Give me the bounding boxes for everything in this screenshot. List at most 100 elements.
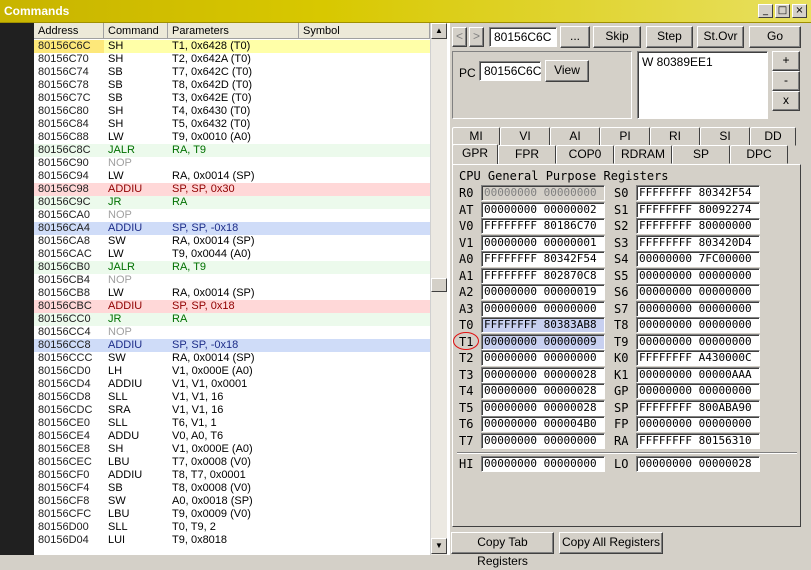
table-row[interactable]: 80156C7C SB T3, 0x642E (T0) <box>34 92 430 105</box>
column-header-address[interactable]: Address <box>34 23 104 39</box>
register-value-field[interactable]: 00000000 00000009 <box>481 333 605 350</box>
scroll-down-arrow-icon[interactable]: ▼ <box>431 538 447 554</box>
register-value-field[interactable]: 00000000 00000000 <box>636 317 760 333</box>
table-row[interactable]: 80156CE0 SLL T6, V1, 1 <box>34 417 430 430</box>
table-row[interactable]: 80156CA4 ADDIU SP, SP, -0x18 <box>34 222 430 235</box>
tab-rdram[interactable]: RDRAM <box>614 145 672 164</box>
copy-all-registers-button[interactable]: Copy All Registers <box>559 532 663 554</box>
back-button[interactable]: < <box>452 27 467 47</box>
table-row[interactable]: 80156CFC LBU T9, 0x0009 (V0) <box>34 508 430 521</box>
tab-fpr[interactable]: FPR <box>498 145 556 164</box>
register-value-field[interactable]: 00000000 00000028 <box>481 399 605 416</box>
table-row[interactable]: 80156CB8 LW RA, 0x0014 (SP) <box>34 287 430 300</box>
tab-dd[interactable]: DD <box>750 127 796 146</box>
column-header-command[interactable]: Command <box>104 23 168 39</box>
tab-vi[interactable]: VI <box>500 127 550 146</box>
tab-dpc[interactable]: DPC <box>730 145 788 164</box>
table-row[interactable]: 80156CBC ADDIU SP, SP, 0x18 <box>34 300 430 313</box>
browse-button[interactable]: ... <box>560 26 590 48</box>
register-value-field[interactable]: 00000000 00000001 <box>481 234 605 251</box>
register-value-field[interactable]: 00000000 00000000 <box>636 284 760 300</box>
register-value-field[interactable]: 00000000 00000000 <box>481 432 605 449</box>
register-value-field[interactable]: FFFFFFFF 803420D4 <box>636 234 760 251</box>
tab-cop0[interactable]: COP0 <box>556 145 614 164</box>
tab-si[interactable]: SI <box>700 127 750 146</box>
register-value-field[interactable]: 00000000 00000AAA <box>636 366 760 383</box>
table-row[interactable]: 80156C88 LW T9, 0x0010 (A0) <box>34 131 430 144</box>
table-row[interactable]: 80156C74 SB T7, 0x642C (T0) <box>34 66 430 79</box>
address-input[interactable]: 80156C6C <box>489 27 557 47</box>
table-row[interactable]: 80156CF8 SW A0, 0x0018 (SP) <box>34 495 430 508</box>
register-value-field[interactable]: FFFFFFFF 80156310 <box>636 432 760 449</box>
clear-breakpoints-button[interactable]: x <box>772 91 800 111</box>
table-row[interactable]: 80156C98 ADDIU SP, SP, 0x30 <box>34 183 430 196</box>
register-value-field[interactable]: 00000000 7FC00000 <box>636 251 760 267</box>
column-header-parameters[interactable]: Parameters <box>168 23 299 39</box>
table-row[interactable]: 80156CB0 JALR RA, T9 <box>34 261 430 274</box>
scroll-up-arrow-icon[interactable]: ▲ <box>431 23 447 39</box>
table-row[interactable]: 80156CF4 SB T8, 0x0008 (V0) <box>34 482 430 495</box>
tab-ri[interactable]: RI <box>650 127 700 146</box>
table-row[interactable]: 80156CE8 SH V1, 0x000E (A0) <box>34 443 430 456</box>
remove-breakpoint-button[interactable]: - <box>772 71 800 91</box>
register-value-field[interactable]: FFFFFFFF 80000000 <box>636 218 760 234</box>
table-row[interactable]: 80156D04 LUI T9, 0x8018 <box>34 534 430 547</box>
register-value-field[interactable]: FFFFFFFF 80092274 <box>636 201 760 218</box>
table-row[interactable]: 80156C8C JALR RA, T9 <box>34 144 430 157</box>
table-row[interactable]: 80156CCC SW RA, 0x0014 (SP) <box>34 352 430 365</box>
copy-tab-registers-button[interactable]: Copy Tab Registers <box>451 532 554 568</box>
breakpoint-list[interactable]: W 80389EE1 <box>637 51 768 119</box>
go-button[interactable]: Go <box>749 26 801 48</box>
table-row[interactable]: 80156CB4 NOP <box>34 274 430 287</box>
table-row[interactable]: 80156D00 SLL T0, T9, 2 <box>34 521 430 534</box>
view-button[interactable]: View <box>545 60 589 82</box>
table-row[interactable]: 80156CD0 LH V1, 0x000E (A0) <box>34 365 430 378</box>
column-header-symbol[interactable]: Symbol <box>299 23 430 39</box>
register-value-field[interactable]: 00000000 00000028 <box>481 366 605 383</box>
add-breakpoint-button[interactable]: + <box>772 51 800 71</box>
register-value-field[interactable]: 00000000 00000000 <box>481 350 605 366</box>
table-row[interactable]: 80156CC0 JR RA <box>34 313 430 326</box>
scroll-thumb[interactable] <box>431 278 447 292</box>
register-value-field[interactable]: FFFFFFFF 800ABA90 <box>636 399 760 416</box>
forward-button[interactable]: > <box>469 27 484 47</box>
register-value-field[interactable]: 00000000 00000000 <box>481 456 605 472</box>
register-value-field[interactable]: 00000000 00000000 <box>636 267 760 284</box>
register-value-field[interactable]: 00000000 00000002 <box>481 201 605 218</box>
register-value-field[interactable]: FFFFFFFF 80342F54 <box>481 251 605 267</box>
register-value-field[interactable]: 00000000 00000000 <box>636 300 760 317</box>
table-row[interactable]: 80156CE4 ADDU V0, A0, T6 <box>34 430 430 443</box>
table-row[interactable]: 80156CA0 NOP <box>34 209 430 222</box>
table-row[interactable]: 80156C90 NOP <box>34 157 430 170</box>
step-button[interactable]: Step <box>646 26 693 48</box>
minimize-button[interactable]: _ <box>758 4 773 18</box>
table-row[interactable]: 80156C9C JR RA <box>34 196 430 209</box>
table-row[interactable]: 80156CC8 ADDIU SP, SP, -0x18 <box>34 339 430 352</box>
register-value-field[interactable]: 00000000 00000000 <box>481 300 605 317</box>
close-button[interactable]: × <box>792 4 807 18</box>
register-value-field[interactable]: FFFFFFFF 80383AB8 <box>481 317 605 333</box>
table-row[interactable]: 80156C6C SH T1, 0x6428 (T0) <box>34 40 430 53</box>
table-row[interactable]: 80156C84 SH T5, 0x6432 (T0) <box>34 118 430 131</box>
register-value-field[interactable]: 00000000 00000000 <box>636 383 760 399</box>
tab-sp[interactable]: SP <box>672 145 730 164</box>
breakpoint-gutter[interactable] <box>0 23 34 555</box>
register-value-field[interactable]: 00000000 000004B0 <box>481 416 605 432</box>
register-value-field[interactable]: 00000000 00000019 <box>481 284 605 300</box>
tab-pi[interactable]: PI <box>600 127 650 146</box>
register-value-field[interactable]: 00000000 00000028 <box>636 456 760 472</box>
register-value-field[interactable]: FFFFFFFF A430000C <box>636 350 760 366</box>
maximize-button[interactable]: □ <box>775 4 790 18</box>
table-row[interactable]: 80156CC4 NOP <box>34 326 430 339</box>
table-row[interactable]: 80156C94 LW RA, 0x0014 (SP) <box>34 170 430 183</box>
table-row[interactable]: 80156CD8 SLL V1, V1, 16 <box>34 391 430 404</box>
register-value-field[interactable]: FFFFFFFF 80342F54 <box>636 185 760 201</box>
listing-scrollbar[interactable]: ▲ ▼ <box>430 23 447 555</box>
table-row[interactable]: 80156CD4 ADDIU V1, V1, 0x0001 <box>34 378 430 391</box>
register-value-field[interactable]: 00000000 00000000 <box>636 416 760 432</box>
table-row[interactable]: 80156CF0 ADDIU T8, T7, 0x0001 <box>34 469 430 482</box>
skip-button[interactable]: Skip <box>593 26 641 48</box>
register-value-field[interactable]: 00000000 00000000 <box>636 333 760 350</box>
step-over-button[interactable]: St.Ovr <box>697 26 744 48</box>
tab-ai[interactable]: AI <box>550 127 600 146</box>
